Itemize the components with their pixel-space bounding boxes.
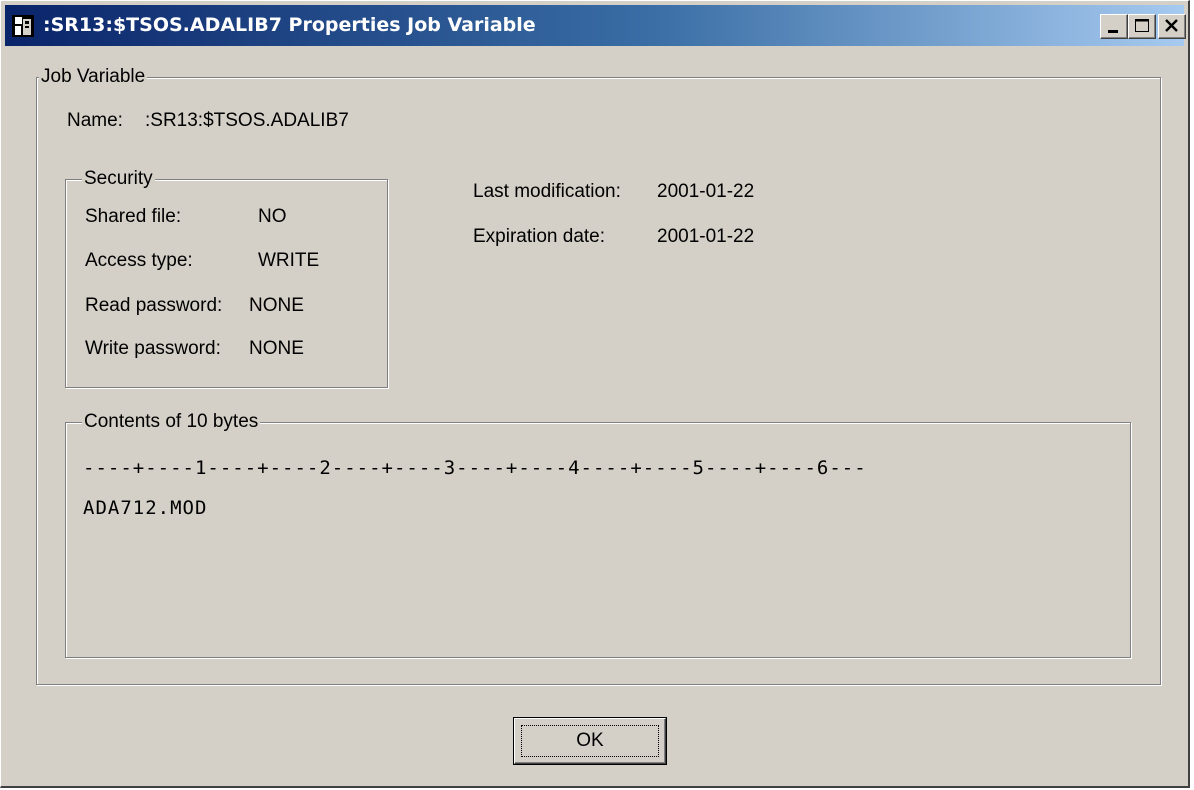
title-bar[interactable]: :SR13:$TSOS.ADALIB7 Properties Job Varia…: [5, 5, 1186, 46]
contents-text: ADA712.MOD: [83, 497, 208, 519]
contents-group-label: Contents of 10 bytes: [82, 411, 261, 433]
security-group-label: Security: [82, 168, 155, 190]
ok-button-bevel: OK: [514, 718, 666, 764]
job-variable-icon: [11, 14, 35, 38]
maximize-icon: [1135, 19, 1149, 32]
last-modification-value: 2001-01-22: [657, 181, 755, 202]
read-password-label: Read password:: [85, 295, 223, 316]
job-variable-group-label: Job Variable: [39, 66, 148, 88]
access-type-value: WRITE: [258, 250, 320, 271]
expiration-date-value: 2001-01-22: [657, 226, 755, 247]
close-button[interactable]: [1158, 14, 1186, 39]
shared-file-label: Shared file:: [85, 206, 182, 227]
maximize-button[interactable]: [1128, 14, 1156, 39]
close-icon: [1165, 19, 1178, 32]
name-value: :SR13:$TSOS.ADALIB7: [145, 110, 349, 131]
write-password-label: Write password:: [85, 338, 221, 359]
ok-button-label: OK: [521, 725, 659, 757]
access-type-label: Access type:: [85, 250, 193, 271]
properties-dialog: :SR13:$TSOS.ADALIB7 Properties Job Varia…: [0, 0, 1190, 788]
name-label: Name:: [67, 110, 123, 131]
read-password-value: NONE: [249, 295, 304, 316]
write-password-value: NONE: [249, 338, 304, 359]
shared-file-value: NO: [258, 206, 287, 227]
ok-button[interactable]: OK: [513, 717, 667, 765]
expiration-date-label: Expiration date:: [473, 226, 606, 247]
window-title: :SR13:$TSOS.ADALIB7 Properties Job Varia…: [43, 14, 536, 36]
minimize-button[interactable]: [1100, 14, 1128, 39]
minimize-icon: [1108, 30, 1118, 33]
contents-ruler: ----+----1----+----2----+----3----+----4…: [83, 457, 867, 479]
last-modification-label: Last modification:: [473, 181, 621, 202]
